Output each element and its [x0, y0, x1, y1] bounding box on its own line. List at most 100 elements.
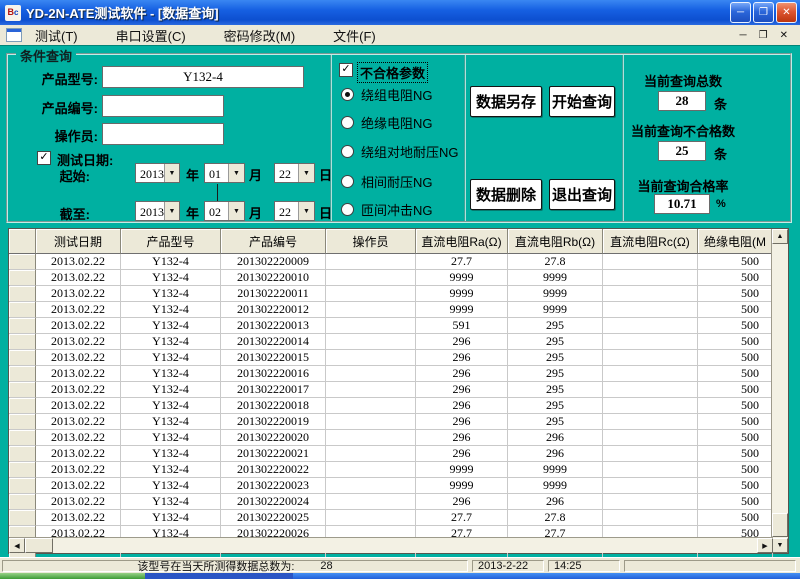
scroll-right-button[interactable]: ▶ — [757, 538, 773, 553]
table-row[interactable]: 2013.02.22Y132-4201302220017296295500 — [9, 382, 773, 398]
table-row[interactable]: 2013.02.22Y132-4201302220024296296500 — [9, 494, 773, 510]
table-row[interactable]: 2013.02.22Y132-420130222000927.727.8500 — [9, 254, 773, 270]
restore-button[interactable]: ❐ — [753, 2, 774, 23]
row-selector[interactable] — [9, 446, 36, 462]
row-selector[interactable] — [9, 286, 36, 302]
table-row[interactable]: 2013.02.22Y132-4201302220020296296500 — [9, 430, 773, 446]
start-year-select[interactable]: 2013 ▼ — [135, 163, 180, 183]
row-selector[interactable] — [9, 414, 36, 430]
table-row[interactable]: 2013.02.22Y132-420130222002527.727.8500 — [9, 510, 773, 526]
table-row[interactable]: 2013.02.22Y132-4201302220015296295500 — [9, 350, 773, 366]
test-date-checkbox[interactable]: ✓ — [37, 151, 51, 165]
column-header[interactable]: 产品编号 — [221, 229, 326, 254]
table-row[interactable]: 2013.02.22Y132-4201302220021296296500 — [9, 446, 773, 462]
product-no-input[interactable] — [102, 95, 224, 117]
scroll-down-button[interactable]: ▼ — [772, 538, 788, 553]
chevron-down-icon[interactable]: ▼ — [298, 202, 314, 220]
ng-option[interactable]: 绝缘电阻NG — [341, 113, 433, 132]
row-selector[interactable] — [9, 462, 36, 478]
end-month-select[interactable]: 02 ▼ — [204, 201, 245, 221]
ng-option[interactable]: 绕组对地耐压NG — [341, 142, 459, 161]
row-selector[interactable] — [9, 334, 36, 350]
radio-icon[interactable] — [341, 145, 354, 158]
table-row[interactable]: 2013.02.22Y132-4201302220013591295500 — [9, 318, 773, 334]
start-query-button[interactable]: 开始查询 — [549, 86, 615, 117]
column-header[interactable]: 直流电阻Rc(Ω) — [603, 229, 698, 254]
taskbar[interactable] — [0, 573, 800, 579]
horizontal-scroll-thumb[interactable] — [25, 538, 53, 553]
start-day-select[interactable]: 22 ▼ — [274, 163, 315, 183]
menu-item[interactable]: 串口设置(C) — [112, 25, 190, 46]
ng-param-checkbox[interactable]: ✓ — [339, 63, 353, 77]
start-month-select[interactable]: 01 ▼ — [204, 163, 245, 183]
column-header[interactable]: 测试日期 — [36, 229, 121, 254]
mdi-minimize-button[interactable]: ─ — [740, 30, 747, 41]
mdi-close-button[interactable]: ✕ — [780, 30, 788, 41]
mdi-restore-button[interactable]: ❐ — [759, 30, 768, 41]
table-row[interactable]: 2013.02.22Y132-4201302220019296295500 — [9, 414, 773, 430]
table-row[interactable]: 2013.02.22Y132-4201302220018296295500 — [9, 398, 773, 414]
close-button[interactable]: ✕ — [776, 2, 797, 23]
radio-icon[interactable] — [341, 116, 354, 129]
horizontal-scrollbar[interactable]: ◀ ▶ — [9, 537, 773, 553]
table-row[interactable]: 2013.02.22Y132-420130222001299999999500 — [9, 302, 773, 318]
chevron-down-icon[interactable]: ▼ — [228, 202, 244, 220]
scroll-left-button[interactable]: ◀ — [9, 538, 25, 553]
row-selector[interactable] — [9, 382, 36, 398]
table-row[interactable]: 2013.02.22Y132-420130222002399999999500 — [9, 478, 773, 494]
operator-input[interactable] — [102, 123, 224, 145]
chevron-down-icon[interactable]: ▼ — [228, 164, 244, 182]
table-row[interactable]: 2013.02.22Y132-4201302220014296295500 — [9, 334, 773, 350]
save-data-button[interactable]: 数据另存 — [470, 86, 542, 117]
taskbar-task-button[interactable] — [145, 573, 293, 579]
table-row[interactable]: 2013.02.22Y132-4201302220016296295500 — [9, 366, 773, 382]
start-button[interactable] — [0, 573, 145, 579]
menu-item[interactable]: 密码修改(M) — [220, 25, 300, 46]
vertical-scrollbar[interactable]: ▲ ▼ — [771, 229, 788, 553]
menu-item[interactable]: 文件(F) — [329, 25, 380, 46]
column-header[interactable]: 操作员 — [326, 229, 416, 254]
scroll-up-button[interactable]: ▲ — [772, 229, 788, 244]
row-selector[interactable] — [9, 318, 36, 334]
row-selector[interactable] — [9, 350, 36, 366]
row-selector[interactable] — [9, 430, 36, 446]
column-header[interactable]: 绝缘电阻(M — [698, 229, 773, 254]
radio-icon[interactable] — [341, 175, 354, 188]
chevron-down-icon[interactable]: ▼ — [298, 164, 314, 182]
exit-query-button[interactable]: 退出查询 — [549, 179, 615, 210]
ng-option-label: 绝缘电阻NG — [361, 113, 433, 132]
minimize-button[interactable]: ─ — [730, 2, 751, 23]
product-model-input[interactable]: Y132-4 — [102, 66, 304, 88]
radio-icon[interactable] — [341, 88, 354, 101]
table-row[interactable]: 2013.02.22Y132-420130222001099999999500 — [9, 270, 773, 286]
row-selector[interactable] — [9, 494, 36, 510]
column-header[interactable]: 产品型号 — [121, 229, 221, 254]
radio-icon[interactable] — [341, 203, 354, 216]
row-selector[interactable] — [9, 270, 36, 286]
row-selector[interactable] — [9, 366, 36, 382]
mdi-child-icon[interactable] — [6, 28, 22, 42]
row-selector[interactable] — [9, 254, 36, 270]
delete-data-button[interactable]: 数据删除 — [470, 179, 542, 210]
client-area: 条件查询 产品型号: Y132-4 产品编号: 操作员: ✓ 测试日期: 起始:… — [0, 45, 800, 557]
cell-op — [326, 414, 416, 430]
cell-ra: 296 — [416, 414, 508, 430]
row-selector[interactable] — [9, 302, 36, 318]
ng-option[interactable]: 匝间冲击NG — [341, 200, 433, 219]
ng-option[interactable]: 相间耐压NG — [341, 172, 433, 191]
column-header[interactable]: 直流电阻Rb(Ω) — [508, 229, 603, 254]
end-year-select[interactable]: 2013 ▼ — [135, 201, 180, 221]
table-row[interactable]: 2013.02.22Y132-420130222001199999999500 — [9, 286, 773, 302]
column-header[interactable]: 直流电阻Ra(Ω) — [416, 229, 508, 254]
chevron-down-icon[interactable]: ▼ — [164, 164, 179, 182]
row-selector-header[interactable] — [9, 229, 36, 254]
vertical-scroll-thumb[interactable] — [772, 513, 788, 537]
menu-item[interactable]: 测试(T) — [31, 25, 82, 46]
ng-option[interactable]: 绕组电阻NG — [341, 85, 433, 104]
table-row[interactable]: 2013.02.22Y132-420130222002299999999500 — [9, 462, 773, 478]
chevron-down-icon[interactable]: ▼ — [164, 202, 179, 220]
end-day-select[interactable]: 22 ▼ — [274, 201, 315, 221]
row-selector[interactable] — [9, 478, 36, 494]
row-selector[interactable] — [9, 510, 36, 526]
row-selector[interactable] — [9, 398, 36, 414]
